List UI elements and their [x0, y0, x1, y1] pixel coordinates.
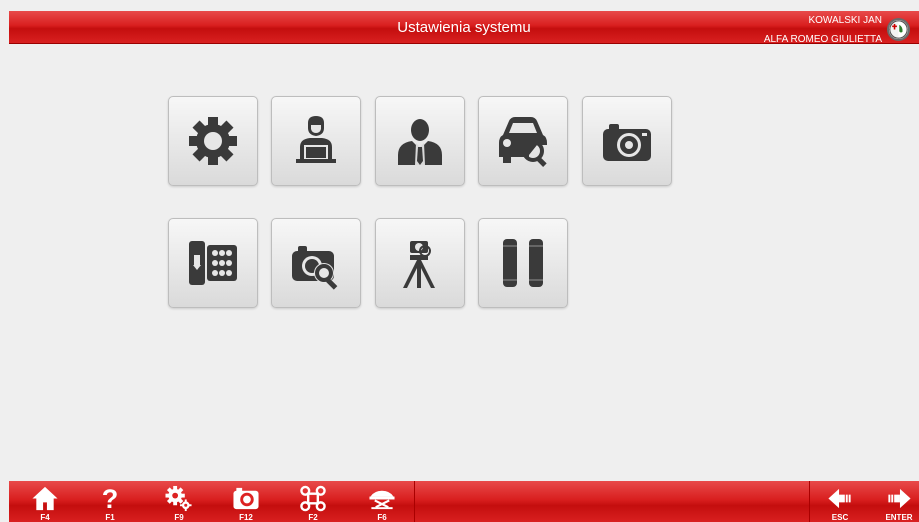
person-suit-icon — [398, 119, 442, 165]
camera-button[interactable] — [582, 96, 672, 186]
wheel-targets-icon — [503, 239, 543, 287]
car-search-icon — [499, 117, 547, 167]
user-name: KOWALSKI JAN — [808, 15, 882, 26]
wheel-database-button[interactable] — [168, 218, 258, 308]
lift-icon — [369, 490, 395, 510]
command-button[interactable]: F2 — [283, 481, 343, 522]
forward-arrow-icon — [888, 488, 911, 509]
lift-button[interactable]: F6 — [352, 481, 412, 522]
help-icon: ? — [102, 485, 119, 512]
svg-text:?: ? — [102, 485, 119, 512]
enter-button[interactable]: ENTER — [869, 481, 919, 522]
wheel-keypad-icon — [189, 241, 237, 285]
tripod-camera-icon — [403, 241, 435, 288]
camera-footer-button[interactable]: F12 — [216, 481, 276, 522]
gear-icon — [189, 117, 237, 165]
operator-button[interactable] — [271, 96, 361, 186]
footer-divider — [414, 481, 415, 522]
esc-key: ESC — [831, 513, 849, 522]
home-icon — [32, 486, 58, 511]
customer-button[interactable] — [375, 96, 465, 186]
settings-button[interactable] — [168, 96, 258, 186]
gears-icon — [165, 485, 192, 512]
camera-tripod-button[interactable] — [375, 218, 465, 308]
camera-diagnostics-button[interactable] — [271, 218, 361, 308]
gears-button[interactable]: F9 — [149, 481, 209, 522]
footer-toolbar: F4 ? F1 F9 F12 F2 F6 ESC ENTER — [9, 481, 919, 522]
home-key: F4 — [40, 513, 50, 522]
command-key: F2 — [308, 513, 318, 522]
home-button[interactable]: F4 — [15, 481, 75, 522]
header-bar: Ustawienia systemu KOWALSKI JAN ALFA ROM… — [9, 11, 919, 45]
alfa-romeo-logo-icon — [887, 18, 910, 41]
esc-button[interactable]: ESC — [810, 481, 870, 522]
back-arrow-icon — [828, 488, 851, 509]
help-button[interactable]: ? F1 — [80, 481, 140, 522]
enter-key: ENTER — [885, 513, 913, 522]
camera-search-icon — [292, 246, 338, 290]
camera-icon — [233, 487, 259, 510]
command-icon — [300, 485, 326, 512]
help-key: F1 — [105, 513, 115, 522]
vehicle-search-button[interactable] — [478, 96, 568, 186]
operator-laptop-icon — [296, 116, 336, 163]
vehicle-name: ALFA ROMEO GIULIETTA — [763, 34, 882, 45]
gears-key: F9 — [174, 513, 184, 522]
camera-key: F12 — [239, 513, 253, 522]
wheel-targets-button[interactable] — [478, 218, 568, 308]
lift-key: F6 — [377, 513, 387, 522]
camera-icon — [603, 124, 651, 161]
